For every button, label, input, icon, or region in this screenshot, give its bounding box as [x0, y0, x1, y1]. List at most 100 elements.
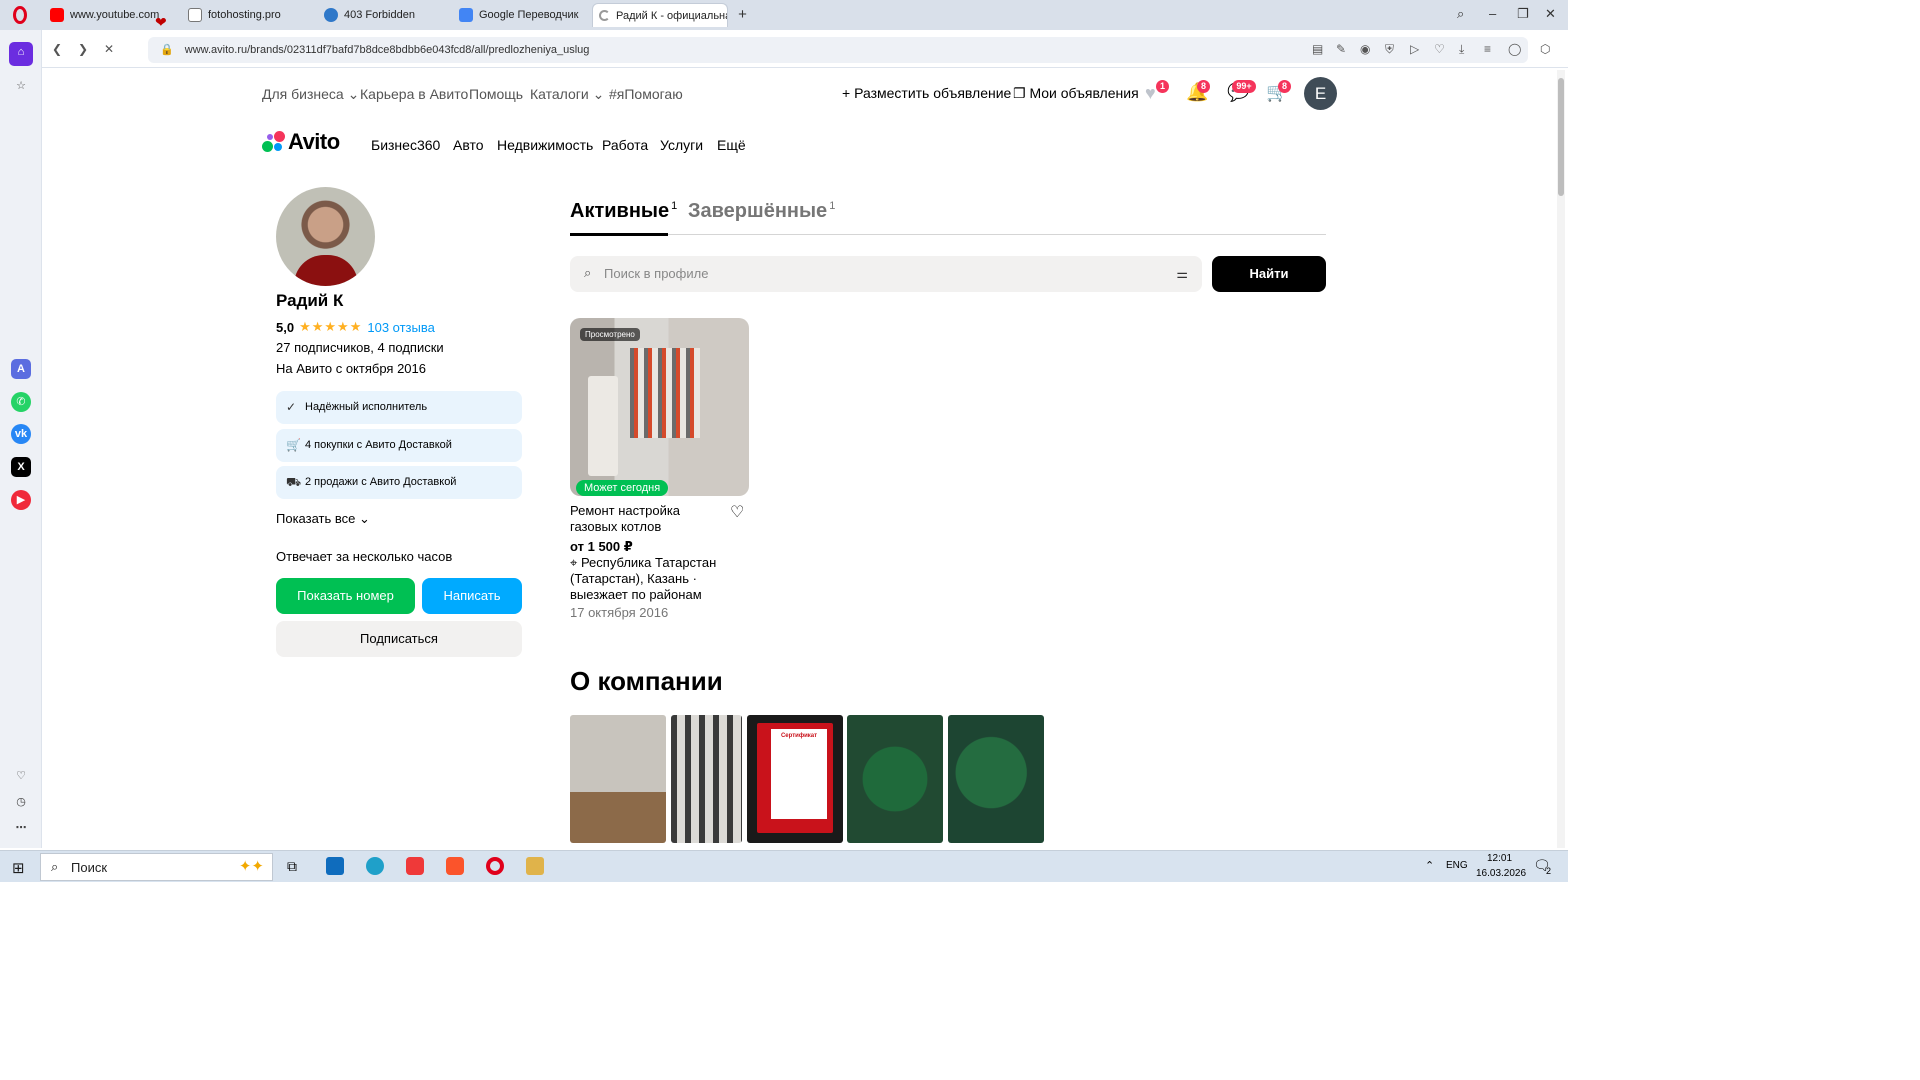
loading-spinner-icon [599, 10, 610, 21]
category-biznes360[interactable]: Бизнес360 [371, 137, 440, 153]
category-services[interactable]: Услуги [660, 137, 703, 153]
gallery-photo-2[interactable] [671, 715, 742, 843]
opera-taskbar-icon[interactable] [486, 857, 504, 875]
avito-logo[interactable]: Avito [262, 129, 340, 155]
extensions-icon[interactable]: ⬡ [1540, 42, 1550, 56]
user-avatar[interactable]: E [1304, 77, 1337, 110]
cart-badge: 8 [1278, 80, 1291, 93]
stop-loading-icon[interactable]: ✕ [104, 42, 114, 56]
filter-icon[interactable]: ⚌ [1176, 266, 1188, 282]
reviews-link[interactable]: 103 отзыва [367, 320, 435, 335]
forward-icon[interactable]: ❯ [78, 42, 88, 56]
post-ad-button[interactable]: + Разместить объявление [842, 85, 1011, 101]
about-title: О компании [570, 666, 723, 696]
search-tabs-icon[interactable]: ⌕ [1457, 6, 1464, 22]
windows-taskbar: ⊞ ⌕ Поиск ✦✦ ⧉ ⌃ ENG 12:01 16.03.2026 🗨 … [0, 850, 1568, 882]
gallery-board-2[interactable] [948, 715, 1044, 843]
bird-icon [324, 8, 338, 22]
brave-icon[interactable] [446, 857, 464, 875]
close-icon[interactable]: ✕ [1545, 6, 1556, 22]
aria-icon[interactable]: A [11, 359, 31, 379]
clock-time[interactable]: 12:01 [1487, 853, 1512, 864]
menu-icon[interactable]: ≡ [1484, 42, 1491, 56]
scrollbar-thumb[interactable] [1558, 78, 1564, 196]
new-tab-icon[interactable]: + [735, 7, 750, 23]
task-view-icon[interactable]: ⧉ [287, 858, 297, 875]
vk-icon[interactable]: vk [11, 424, 31, 444]
nav-career[interactable]: Карьера в Авито [360, 86, 468, 102]
music-icon[interactable]: ▶ [11, 490, 31, 510]
download-icon[interactable]: ⤓ [1459, 42, 1464, 57]
gallery-photo-1[interactable] [570, 715, 666, 843]
profile-icon[interactable]: ◯ [1508, 42, 1521, 56]
reader-icon[interactable]: ▤ [1312, 42, 1323, 56]
edit-icon[interactable]: ✎ [1336, 42, 1346, 56]
star-icon[interactable]: ☆ [11, 76, 31, 96]
seller-photo[interactable] [276, 187, 375, 286]
camera-icon[interactable]: ◉ [1360, 42, 1370, 56]
game-app-icon[interactable] [526, 857, 544, 875]
outlook-icon[interactable] [326, 857, 344, 875]
favorite-listing-icon[interactable]: ♡ [730, 502, 744, 522]
nav-catalogs[interactable]: Каталоги ⌄ [530, 86, 604, 103]
whatsapp-icon[interactable]: ✆ [11, 392, 31, 412]
tray-chevron-icon[interactable]: ⌃ [1425, 859, 1434, 872]
language-indicator[interactable]: ENG [1446, 860, 1468, 871]
notifications-badge: 8 [1197, 80, 1210, 93]
document-icon [188, 8, 202, 22]
windows-start-icon[interactable]: ⊞ [12, 859, 25, 877]
my-ads-button[interactable]: ❐ Мои объявления [1013, 85, 1139, 102]
category-more[interactable]: Ещё [717, 137, 746, 153]
nav-ya-pomogayu[interactable]: #яПомогаю [609, 86, 683, 102]
play-icon[interactable]: ▷ [1410, 42, 1419, 56]
favorites-icon[interactable]: ♡ [1434, 42, 1445, 56]
tab-finished[interactable]: Завершённые 1 [688, 200, 835, 223]
category-auto[interactable]: Авто [453, 137, 484, 153]
vivaldi-icon[interactable] [406, 857, 424, 875]
gallery-board-1[interactable] [847, 715, 943, 843]
heart-icon[interactable]: ♡ [11, 766, 31, 786]
restore-icon[interactable]: ❐ [1517, 6, 1529, 22]
back-icon[interactable]: ❮ [52, 42, 62, 56]
listing-title[interactable]: Ремонт настройка газовых котлов [570, 503, 710, 535]
opera-logo-icon[interactable] [13, 6, 27, 24]
clock-date[interactable]: 16.03.2026 [1476, 868, 1526, 879]
url-text: www.avito.ru/brands/02311df7bafd7b8dce8b… [184, 44, 590, 56]
favorites-heart-icon[interactable]: ♥ [1145, 83, 1156, 104]
home-icon[interactable]: ⌂ [9, 42, 33, 66]
more-icon[interactable]: ⋯ [11, 818, 31, 838]
category-realty[interactable]: Недвижимость [497, 137, 593, 153]
truck-icon: ⛟ [286, 475, 302, 489]
taskbar-search[interactable]: ⌕ Поиск ✦✦ [40, 853, 273, 881]
tab-fotohosting[interactable]: fotohosting.pro [182, 3, 312, 27]
edge-icon[interactable] [366, 857, 384, 875]
tab-avito-profile[interactable]: Радий К - официальная с [592, 3, 728, 27]
shield-icon[interactable]: ⛨ [1385, 42, 1394, 57]
nav-help[interactable]: Помощь [469, 86, 523, 102]
write-button[interactable]: Написать [422, 578, 522, 614]
listing-price: от 1 500 ₽ [570, 539, 633, 554]
history-icon[interactable]: ◷ [11, 792, 31, 812]
chip-sales: ⛟ 2 продажи с Авито Доставкой [276, 466, 522, 499]
find-button[interactable]: Найти [1212, 256, 1326, 292]
logo-dots-icon [262, 131, 285, 153]
tab-active[interactable]: Активные 1 [570, 200, 677, 223]
nav-business[interactable]: Для бизнеса ⌄ [262, 86, 359, 103]
check-circle-icon: ✓ [286, 400, 297, 414]
certificate-title: Сертификат [771, 729, 827, 819]
show-phone-button[interactable]: Показать номер [276, 578, 415, 614]
listing-photo[interactable]: Просмотрено [570, 318, 749, 496]
show-all-link[interactable]: Показать все ⌄ [276, 511, 370, 527]
tab-403[interactable]: 403 Forbidden [318, 3, 448, 27]
plus-icon: + [842, 85, 851, 101]
profile-search-input[interactable]: ⌕ Поиск в профиле ⚌ [570, 256, 1202, 292]
gallery-certificate[interactable]: Сертификат [747, 715, 843, 843]
minimize-icon[interactable]: – [1489, 6, 1496, 21]
tab-youtube[interactable]: www.youtube.com [44, 3, 164, 27]
subscribe-button[interactable]: Подписаться [276, 621, 522, 657]
tab-google-translate[interactable]: Google Переводчик [453, 3, 588, 27]
category-jobs[interactable]: Работа [602, 137, 648, 153]
search-icon: ⌕ [584, 265, 592, 280]
x-icon[interactable]: X [11, 457, 31, 477]
copilot-sparkle-icon: ✦✦ [238, 858, 264, 875]
